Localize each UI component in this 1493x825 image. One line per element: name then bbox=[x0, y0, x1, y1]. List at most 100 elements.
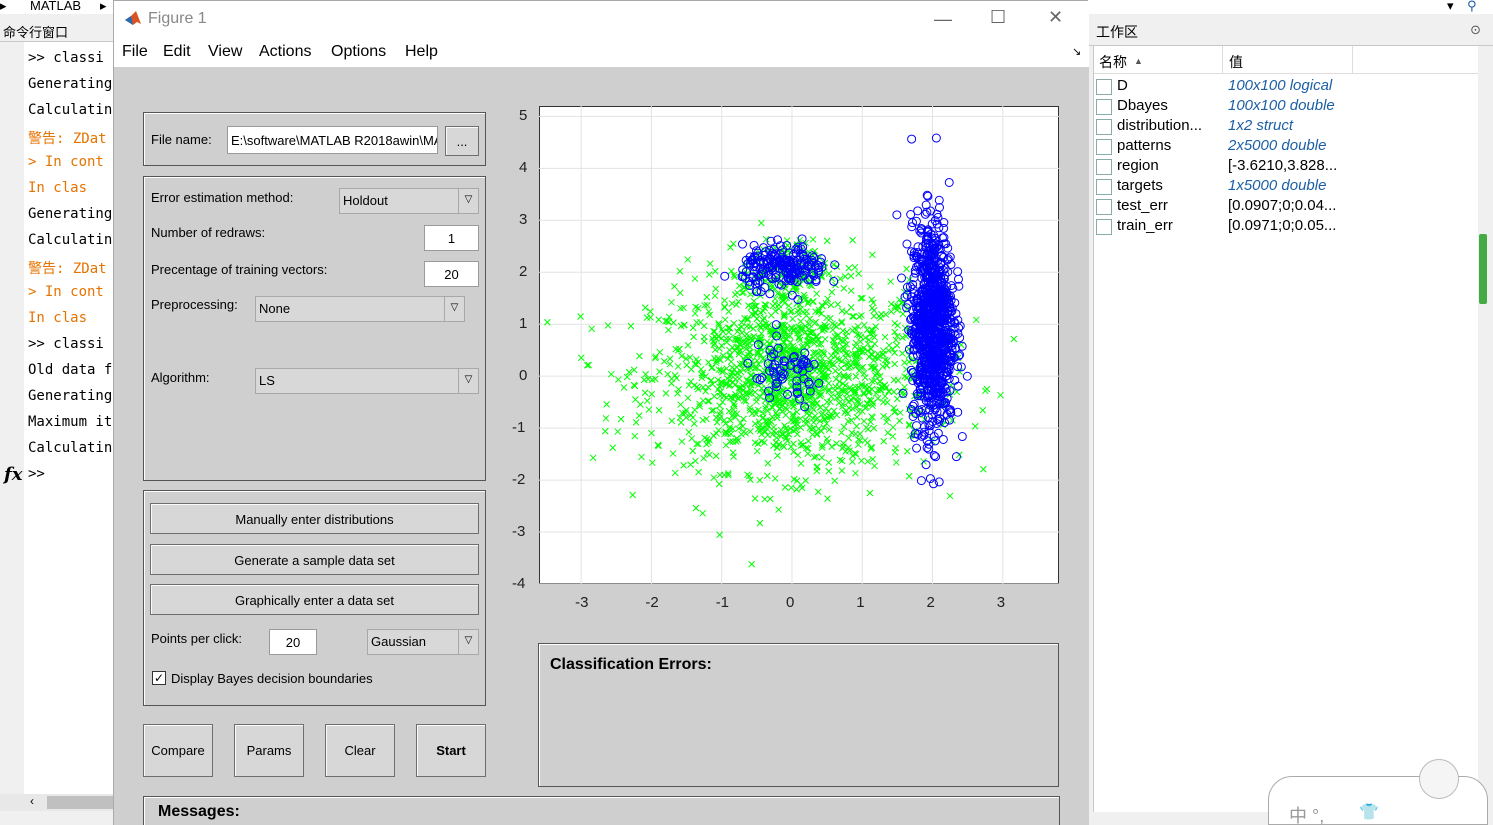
data-point bbox=[951, 452, 961, 462]
command-line: >> classi bbox=[28, 50, 104, 66]
ime-toolbar[interactable]: 中 °, 👕 bbox=[1268, 759, 1488, 825]
dock-arrow-icon[interactable]: ↘ bbox=[1072, 45, 1081, 58]
graphical-enter-button[interactable]: Graphically enter a data set bbox=[150, 584, 479, 615]
data-point bbox=[854, 394, 862, 401]
data-point bbox=[728, 364, 736, 371]
data-point bbox=[824, 495, 831, 502]
workspace-row[interactable]: patterns 2x5000 double bbox=[1094, 137, 1486, 157]
x-tick-label: -1 bbox=[715, 594, 730, 611]
data-point bbox=[831, 477, 839, 485]
breadcrumb-matlab[interactable]: MATLAB bbox=[30, 0, 81, 13]
menu-options[interactable]: Options bbox=[331, 43, 386, 61]
menu-actions[interactable]: Actions bbox=[259, 43, 311, 61]
command-line: Old data f bbox=[28, 362, 113, 378]
col-value-header[interactable]: 值 bbox=[1229, 52, 1243, 72]
redraws-input[interactable]: 1 bbox=[424, 225, 479, 251]
data-point bbox=[828, 443, 836, 451]
data-point bbox=[810, 298, 817, 305]
workspace-row[interactable]: distribution... 1x2 struct bbox=[1094, 117, 1486, 137]
figure-window: Figure 1 — ☐ ✕ File Edit View Actions Op… bbox=[113, 0, 1089, 825]
y-tick-label: -2 bbox=[512, 471, 526, 489]
data-point bbox=[654, 441, 662, 449]
menu-file[interactable]: File bbox=[122, 43, 148, 61]
data-point bbox=[749, 325, 757, 332]
manual-distributions-button[interactable]: Manually enter distributions bbox=[150, 503, 479, 534]
y-tick-label: 1 bbox=[519, 315, 528, 333]
workspace-row[interactable]: Dbayes 100x100 double bbox=[1094, 97, 1486, 117]
data-point bbox=[629, 491, 637, 499]
variable-name: D bbox=[1117, 77, 1128, 94]
algorithm-select[interactable]: LS ▽ bbox=[255, 368, 479, 394]
params-button[interactable]: Params bbox=[234, 724, 304, 777]
data-point bbox=[711, 267, 719, 275]
workspace-row[interactable]: test_err [0.0907;0;0.04... bbox=[1094, 197, 1486, 217]
x-tick-label: 1 bbox=[856, 594, 865, 611]
workspace-row[interactable]: region [-3.6210,3.828... bbox=[1094, 157, 1486, 177]
preprocessing-select[interactable]: None ▽ bbox=[255, 296, 465, 322]
compare-button[interactable]: Compare bbox=[143, 724, 213, 777]
mascot-icon[interactable] bbox=[1419, 759, 1459, 799]
bayes-checkbox-label[interactable]: Display Bayes decision boundaries bbox=[171, 671, 373, 686]
data-point bbox=[823, 237, 831, 245]
scroll-thumb[interactable] bbox=[1479, 234, 1487, 304]
column-divider[interactable] bbox=[1222, 46, 1223, 74]
workspace-row[interactable]: train_err [0.0971;0;0.05... bbox=[1094, 217, 1486, 237]
data-point bbox=[728, 267, 735, 275]
data-point bbox=[849, 313, 856, 320]
workspace-row[interactable]: D 100x100 logical bbox=[1094, 77, 1486, 97]
menu-help[interactable]: Help bbox=[405, 43, 438, 61]
workspace-vertical-scrollbar[interactable] bbox=[1478, 46, 1488, 812]
points-per-click-input[interactable]: 20 bbox=[269, 629, 317, 655]
dropdown-arrow-icon[interactable]: ▾ bbox=[1447, 0, 1454, 14]
workspace-menu-icon[interactable]: ⊙ bbox=[1470, 22, 1481, 38]
data-point bbox=[669, 450, 677, 457]
search-icon[interactable]: ⚲ bbox=[1467, 0, 1477, 14]
scroll-left-icon[interactable]: ‹ bbox=[30, 794, 34, 808]
bayes-checkbox[interactable]: ✓ bbox=[152, 671, 166, 685]
col-name-header[interactable]: 名称 bbox=[1099, 52, 1127, 72]
clear-button[interactable]: Clear bbox=[325, 724, 395, 777]
menu-view[interactable]: View bbox=[208, 43, 242, 61]
data-point bbox=[775, 305, 783, 313]
column-divider[interactable] bbox=[1352, 46, 1353, 74]
scroll-thumb[interactable] bbox=[47, 796, 113, 809]
file-name-input[interactable]: E:\software\MATLAB R2018awin\MA bbox=[227, 126, 438, 154]
preprocessing-value: None bbox=[259, 301, 291, 316]
error-method-select[interactable]: Holdout ▽ bbox=[339, 188, 479, 214]
maximize-icon[interactable]: ☐ bbox=[990, 7, 1006, 28]
scatter-plot[interactable] bbox=[539, 106, 1059, 584]
data-point bbox=[740, 415, 747, 423]
data-point bbox=[836, 456, 844, 464]
data-point bbox=[737, 239, 747, 249]
data-point bbox=[690, 420, 698, 427]
fx-icon[interactable]: fx bbox=[4, 464, 22, 485]
workspace-row[interactable]: targets 1x5000 double bbox=[1094, 177, 1486, 197]
data-point bbox=[840, 285, 848, 292]
data-point bbox=[666, 360, 674, 368]
data-point bbox=[950, 375, 960, 385]
figure-title-bar[interactable]: Figure 1 — ☐ ✕ bbox=[114, 1, 1089, 37]
data-point bbox=[601, 427, 609, 435]
messages-title: Messages: bbox=[158, 803, 240, 820]
data-point bbox=[781, 299, 788, 307]
data-point bbox=[668, 417, 676, 425]
data-point bbox=[889, 433, 897, 440]
minimize-icon[interactable]: — bbox=[934, 9, 952, 30]
command-line: Generating bbox=[28, 76, 113, 92]
distribution-select[interactable]: Gaussian ▽ bbox=[367, 629, 479, 655]
browse-button[interactable]: ... bbox=[445, 126, 479, 156]
data-point bbox=[689, 324, 697, 332]
start-button[interactable]: Start bbox=[416, 724, 486, 777]
ime-status[interactable]: 中 °, bbox=[1289, 802, 1324, 825]
training-percent-input[interactable]: 20 bbox=[424, 261, 479, 287]
data-point bbox=[809, 431, 816, 438]
data-point bbox=[916, 476, 926, 486]
preprocessing-label: Preprocessing: bbox=[151, 297, 238, 312]
generate-data-button[interactable]: Generate a sample data set bbox=[150, 544, 479, 575]
close-icon[interactable]: ✕ bbox=[1048, 7, 1063, 28]
shirt-icon[interactable]: 👕 bbox=[1359, 802, 1379, 822]
data-point bbox=[826, 314, 834, 322]
menu-edit[interactable]: Edit bbox=[163, 43, 191, 61]
data-point bbox=[764, 431, 772, 439]
command-horizontal-scrollbar[interactable]: ‹ bbox=[0, 794, 113, 811]
